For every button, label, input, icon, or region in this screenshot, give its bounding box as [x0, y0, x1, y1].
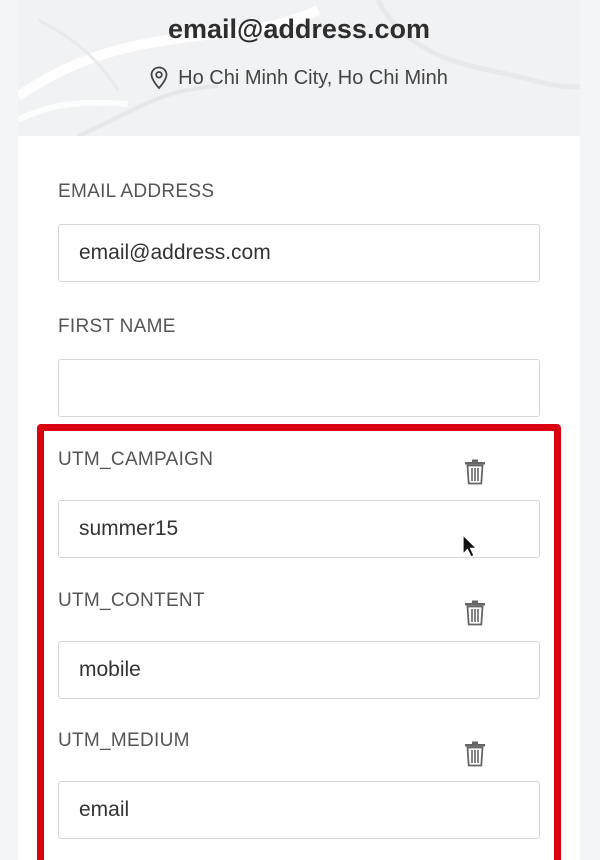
trash-icon[interactable] — [464, 459, 486, 485]
utm-campaign-label: UTM_CAMPAIGN — [58, 449, 214, 470]
profile-header: email@address.com Ho Chi Minh City, Ho C… — [18, 0, 580, 136]
trash-icon[interactable] — [464, 600, 486, 626]
first-name-input[interactable] — [58, 359, 540, 417]
profile-location-text: Ho Chi Minh City, Ho Chi Minh — [178, 66, 448, 89]
mouse-cursor-icon — [462, 533, 478, 565]
utm-medium-label: UTM_MEDIUM — [58, 730, 190, 751]
profile-location: Ho Chi Minh City, Ho Chi Minh — [18, 66, 580, 90]
email-address-input[interactable] — [58, 224, 540, 282]
trash-icon[interactable] — [464, 741, 486, 767]
utm-medium-input[interactable] — [58, 781, 540, 839]
email-address-label: EMAIL ADDRESS — [58, 181, 215, 202]
utm-content-input[interactable] — [58, 641, 540, 699]
first-name-label: FIRST NAME — [58, 316, 176, 337]
contact-profile-page: email@address.com Ho Chi Minh City, Ho C… — [0, 0, 600, 860]
profile-email: email@address.com — [168, 14, 430, 44]
utm-content-label: UTM_CONTENT — [58, 590, 205, 611]
map-pin-icon — [150, 66, 168, 90]
